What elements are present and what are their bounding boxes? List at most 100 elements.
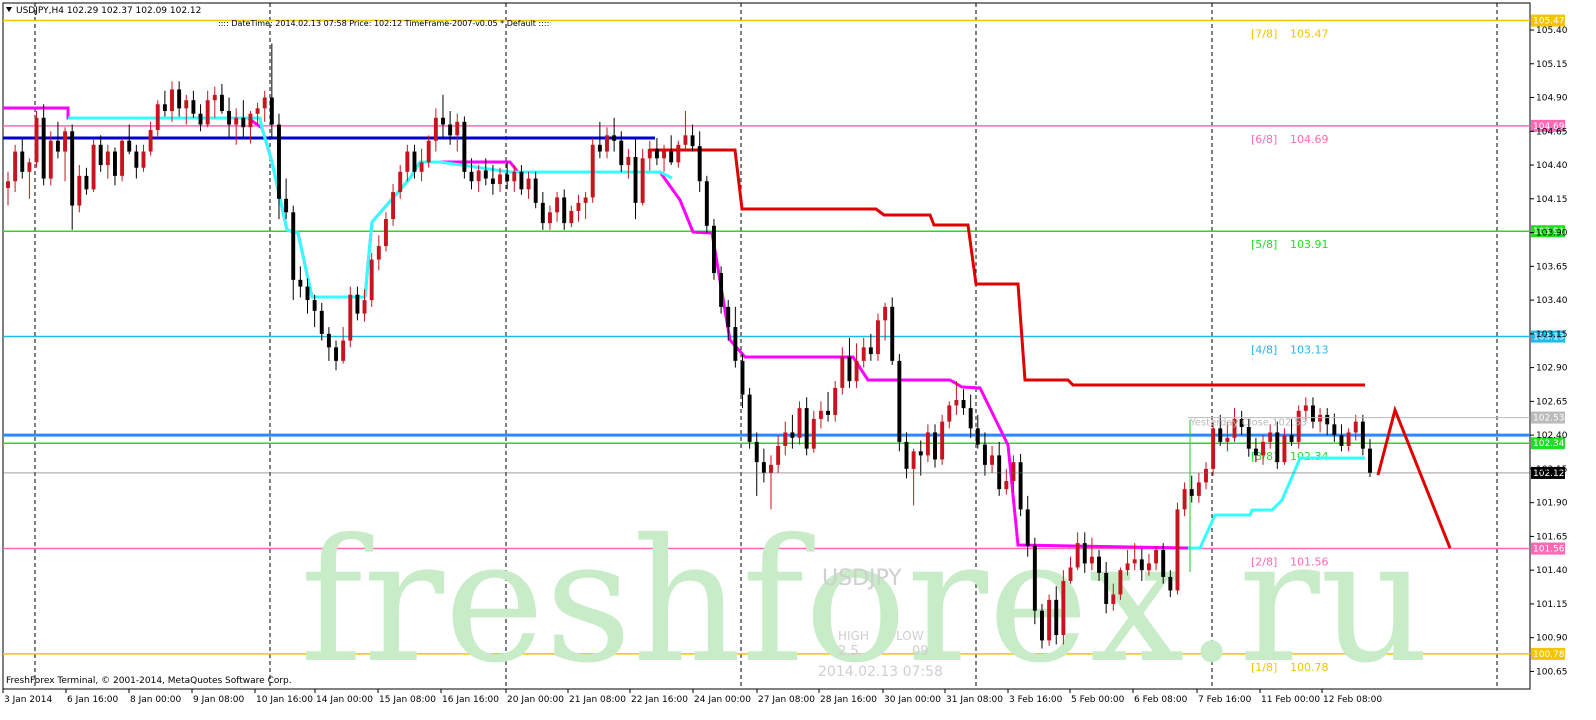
candle-body [248, 113, 253, 128]
candle-body [1325, 414, 1330, 425]
x-tick-label: 3 Feb 16:00 [1009, 695, 1063, 705]
candle-body [269, 97, 274, 125]
candle-body [391, 192, 396, 220]
candle-body [298, 279, 303, 287]
candle-body [990, 455, 995, 465]
candle-body [441, 117, 445, 125]
candle-body [227, 111, 232, 125]
candle-body [1040, 610, 1044, 641]
candle-body [241, 117, 246, 128]
y-tick-label: 101.65 [1536, 532, 1568, 542]
watermark-high-value: 2.5 [838, 644, 859, 659]
watermark-low-label: LOW [896, 629, 924, 643]
candle-body [1125, 563, 1130, 571]
candle-body [13, 151, 18, 182]
candle-body [191, 100, 196, 114]
murrey-level-value: 104.69 [1290, 133, 1329, 146]
candle-body [1310, 405, 1315, 422]
candle-body [840, 356, 845, 388]
candle-body [483, 170, 488, 179]
x-tick-label: 15 Jan 08:00 [379, 695, 436, 705]
candle-body [654, 148, 659, 159]
candle-body [576, 202, 581, 211]
candle-body [1318, 414, 1323, 422]
x-tick-label: 21 Jan 08:00 [569, 695, 626, 705]
candle-body [726, 306, 731, 328]
candle-body [697, 146, 702, 182]
candle-body [597, 144, 602, 152]
murrey-level-label: [4/8] [1251, 344, 1277, 357]
candle-body [205, 100, 210, 125]
candle-body [533, 178, 538, 203]
x-tick-label: 30 Jan 00:00 [884, 695, 941, 705]
x-tick-label: 5 Feb 00:00 [1071, 695, 1125, 705]
candle-body [91, 144, 96, 190]
candle-body [1132, 559, 1137, 564]
candle-body [433, 117, 438, 141]
murrey-level-label: [6/8] [1251, 133, 1277, 146]
candle-body [947, 405, 952, 422]
candle-body [6, 181, 10, 189]
candle-body [776, 445, 781, 465]
candle-body [376, 246, 381, 260]
candle-body [933, 432, 937, 460]
x-tick-label: 6 Jan 16:00 [67, 695, 119, 705]
candle-body [27, 162, 32, 172]
candle-body [790, 432, 795, 438]
candle-body [854, 360, 859, 382]
candle-body [512, 171, 517, 182]
candle-body [647, 148, 652, 159]
candle-body [348, 294, 353, 341]
murrey-level-value: 103.13 [1290, 344, 1329, 357]
candle-body [20, 151, 25, 172]
candle-body [305, 286, 310, 301]
candle-body [120, 140, 125, 176]
candle-body [177, 89, 182, 109]
candle-body [569, 210, 574, 224]
candle-body [1075, 543, 1080, 568]
candle-body [212, 94, 217, 101]
chart-header-text: USDJPY,H4 102.29 102.37 102.09 102.12 [16, 6, 201, 16]
candle-body [690, 135, 695, 147]
candle-body [1303, 405, 1308, 411]
candle-body [141, 151, 146, 168]
candle-body [355, 294, 360, 314]
watermark-high-label: HIGH [838, 629, 869, 643]
y-tick-label: 102.15 [1536, 465, 1568, 475]
candle-body [462, 121, 467, 172]
murrey-level-value: 105.47 [1290, 28, 1329, 41]
candle-body [826, 410, 831, 415]
candle-body [1068, 567, 1073, 581]
x-tick-label: 12 Feb 08:00 [1323, 695, 1382, 705]
candle-body [1047, 599, 1052, 641]
y-tick-label: 103.40 [1536, 296, 1568, 306]
candle-body [234, 117, 239, 125]
indicator-info-text: :::: DateTime: 2014.02.13 07:58 Price: 1… [218, 19, 549, 28]
candle-body [291, 212, 296, 280]
candle-body [876, 320, 880, 355]
candle-body [1225, 437, 1230, 442]
candle-body [590, 144, 595, 198]
candle-body [334, 347, 338, 361]
candle-body [540, 202, 545, 224]
candle-body [1139, 559, 1144, 571]
x-tick-label: 7 Feb 16:00 [1198, 695, 1252, 705]
y-tick-label: 102.40 [1536, 431, 1568, 441]
candle-body [847, 356, 852, 382]
candle-body [498, 174, 502, 184]
candle-body [925, 432, 930, 456]
candle-body [883, 306, 888, 321]
x-tick-label: 3 Jan 2014 [4, 695, 52, 705]
candle-body [1268, 432, 1273, 442]
candle-body [1253, 448, 1258, 456]
candle-body [1111, 594, 1116, 604]
candle-body [277, 124, 281, 199]
candle-body [398, 171, 403, 193]
candle-body [1032, 545, 1037, 611]
x-tick-label: 9 Jan 08:00 [193, 695, 245, 705]
candle-body [1211, 428, 1216, 469]
candle-body [1025, 509, 1030, 546]
x-tick-label: 28 Jan 16:00 [820, 695, 877, 705]
price-chart[interactable]: [7/8] 105.47105.47[6/8] 104.69104.69[5/8] 1… [0, 0, 1596, 720]
candle-body [683, 135, 688, 145]
